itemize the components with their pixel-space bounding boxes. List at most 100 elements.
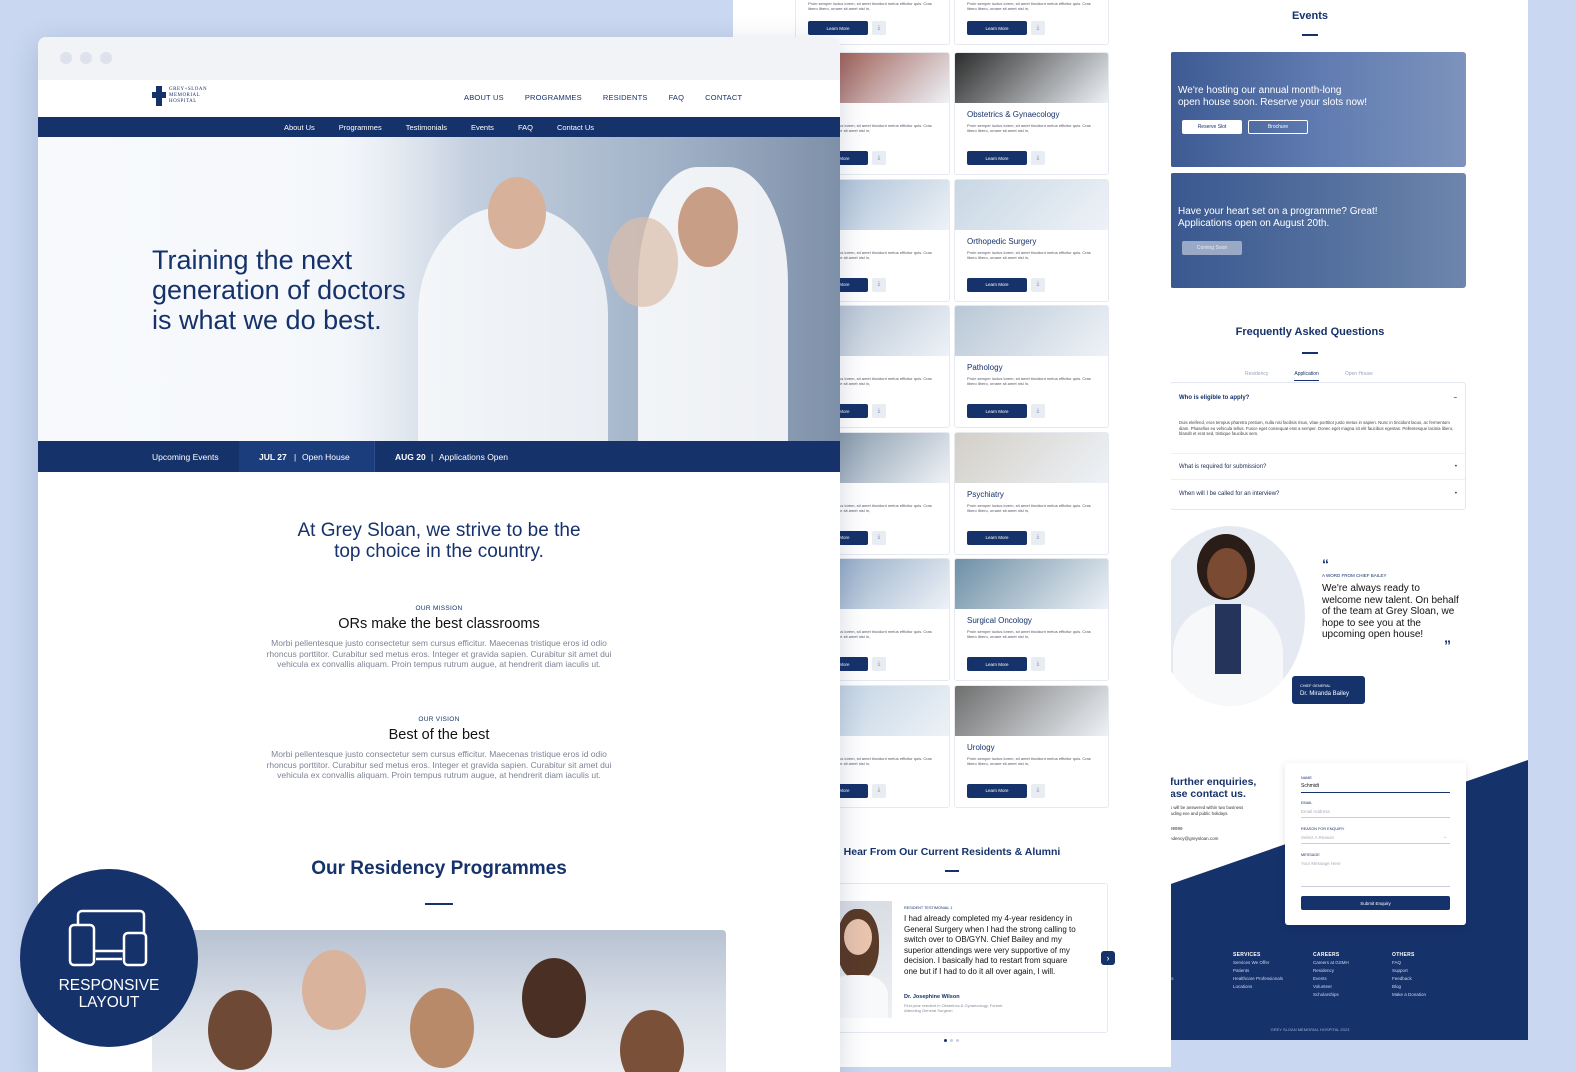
download-icon[interactable]: ⤓ bbox=[1031, 151, 1045, 165]
doctor-face bbox=[488, 177, 546, 249]
carousel-dot[interactable] bbox=[950, 1039, 953, 1042]
footer-link[interactable]: Blog bbox=[1392, 983, 1426, 991]
chief-scrubs bbox=[1215, 604, 1241, 674]
learn-more-button[interactable]: Learn More bbox=[808, 21, 868, 35]
chevron-right-icon[interactable]: › bbox=[1101, 951, 1115, 965]
upcoming-events-label: Upcoming Events bbox=[152, 452, 219, 462]
learn-more-button[interactable]: Learn More bbox=[967, 657, 1027, 671]
email-field[interactable]: Email Address bbox=[1301, 809, 1450, 818]
sub-nav: About Us Programmes Testimonials Events … bbox=[38, 117, 840, 137]
carousel-dot[interactable] bbox=[956, 1039, 959, 1042]
badge-line1: RESPONSIVE bbox=[58, 977, 160, 994]
faq-tab-application[interactable]: Application bbox=[1294, 371, 1319, 381]
programme-image bbox=[955, 53, 1108, 103]
download-icon[interactable]: ⤓ bbox=[872, 151, 886, 165]
chief-name: Dr. Miranda Bailey bbox=[1300, 691, 1350, 697]
footer-link[interactable]: FAQ bbox=[1392, 959, 1426, 967]
nav-residents[interactable]: RESIDENTS bbox=[603, 93, 648, 102]
download-icon[interactable]: ⤓ bbox=[1031, 404, 1045, 418]
nav-faq[interactable]: FAQ bbox=[669, 93, 685, 102]
nav-programmes[interactable]: PROGRAMMES bbox=[525, 93, 582, 102]
programme-name: Obstetrics & Gynaecology bbox=[967, 110, 1060, 119]
footer-link[interactable]: Volunteer bbox=[1313, 983, 1349, 991]
subnav-contact-us[interactable]: Contact Us bbox=[557, 123, 594, 132]
faq-tabs: Residency Application Open House bbox=[1245, 371, 1373, 381]
learn-more-button[interactable]: Learn More bbox=[967, 21, 1027, 35]
learn-more-button[interactable]: Learn More bbox=[967, 783, 1027, 798]
download-icon[interactable]: ⤓ bbox=[872, 657, 886, 671]
programme-image bbox=[955, 432, 1108, 483]
faq-accordion: Who is eligible to apply? – Duis eleifend… bbox=[1170, 382, 1466, 510]
programme-card: Psychiatry Proin semper luctus lorem, sit… bbox=[954, 431, 1109, 555]
learn-more-button[interactable]: Learn More bbox=[967, 151, 1027, 165]
hero-banner: Training the next generation of doctors … bbox=[38, 137, 840, 441]
faq-question-3[interactable]: When will I be called for an interview? • bbox=[1171, 491, 1465, 497]
programme-image bbox=[955, 685, 1108, 736]
message-label: MESSAGE bbox=[1301, 853, 1320, 857]
download-icon[interactable]: ⤓ bbox=[872, 21, 886, 35]
download-icon[interactable]: ⤓ bbox=[872, 530, 886, 545]
bullet-icon: • bbox=[1454, 491, 1457, 497]
name-field[interactable]: Schmidt bbox=[1301, 783, 1450, 793]
subnav-programmes[interactable]: Programmes bbox=[339, 123, 382, 132]
footer-link[interactable]: Healthcare Professionals bbox=[1233, 975, 1283, 983]
mission-label: OUR MISSION bbox=[415, 605, 463, 612]
event-jul27[interactable]: JUL 27 | Open House bbox=[239, 441, 374, 472]
enquiry-form: NAME Schmidt EMAIL Email Address REASON … bbox=[1285, 763, 1466, 925]
subnav-faq[interactable]: FAQ bbox=[518, 123, 533, 132]
resident-head bbox=[410, 988, 474, 1068]
reserve-slot-button[interactable]: Reserve Slot bbox=[1182, 120, 1242, 134]
chevron-down-icon[interactable]: ⌄ bbox=[1443, 834, 1447, 840]
footer-link[interactable]: Residency bbox=[1313, 967, 1349, 975]
learn-more-button[interactable]: Learn More bbox=[967, 277, 1027, 292]
hospital-logo[interactable]: GREY+SLOAN MEMORIAL HOSPITAL bbox=[152, 86, 207, 106]
subnav-events[interactable]: Events bbox=[471, 123, 494, 132]
browser-chrome bbox=[38, 37, 840, 80]
footer-link[interactable]: Services We Offer bbox=[1233, 959, 1283, 967]
faq-question-2[interactable]: What is required for submission? • bbox=[1171, 464, 1465, 470]
hero-headline: Training the next generation of doctors … bbox=[152, 245, 406, 335]
footer-link[interactable]: Scholarships bbox=[1313, 991, 1349, 999]
event-aug20[interactable]: AUG 20 | Applications Open bbox=[375, 441, 555, 472]
reason-select[interactable]: Select A Reason bbox=[1301, 835, 1450, 844]
faq-tab-residency[interactable]: Residency bbox=[1245, 371, 1268, 381]
footer-link[interactable]: Support bbox=[1392, 967, 1426, 975]
download-icon[interactable]: ⤓ bbox=[1031, 277, 1045, 292]
download-icon[interactable]: ⤓ bbox=[1031, 657, 1045, 671]
footer-link[interactable]: Careers at GSMH bbox=[1313, 959, 1349, 967]
download-icon[interactable]: ⤓ bbox=[1031, 21, 1045, 35]
download-icon[interactable]: ⤓ bbox=[872, 277, 886, 292]
resident-face bbox=[844, 919, 872, 955]
programme-name: Urology bbox=[967, 742, 995, 752]
faq-question-1[interactable]: Who is eligible to apply? – bbox=[1171, 395, 1465, 401]
carousel-dot-active[interactable] bbox=[944, 1039, 947, 1042]
nav-about-us[interactable]: ABOUT US bbox=[464, 93, 504, 102]
footer-link[interactable]: Events bbox=[1313, 975, 1349, 983]
nav-contact[interactable]: CONTACT bbox=[705, 93, 742, 102]
message-field[interactable]: Your Message Here bbox=[1301, 861, 1450, 887]
download-icon[interactable]: ⤓ bbox=[1031, 530, 1045, 545]
subnav-about-us[interactable]: About Us bbox=[284, 123, 315, 132]
chief-photo-circle bbox=[1165, 526, 1305, 706]
reason-label: REASON FOR ENQUIRY bbox=[1301, 827, 1345, 831]
download-icon[interactable]: ⤓ bbox=[872, 404, 886, 418]
subnav-testimonials[interactable]: Testimonials bbox=[406, 123, 447, 132]
download-icon[interactable]: ⤓ bbox=[1031, 783, 1045, 798]
learn-more-button[interactable]: Learn More bbox=[967, 530, 1027, 545]
footer-link[interactable]: Locations bbox=[1233, 983, 1283, 991]
hero-line2: generation of doctors bbox=[152, 275, 406, 305]
collapse-icon[interactable]: – bbox=[1454, 395, 1457, 401]
intro-line1: At Grey Sloan, we strive to be the bbox=[297, 520, 581, 541]
faq-tab-open-house[interactable]: Open House bbox=[1345, 371, 1373, 381]
resident-head bbox=[208, 990, 272, 1070]
learn-more-button[interactable]: Learn More bbox=[967, 404, 1027, 418]
residents-group-photo bbox=[152, 930, 726, 1072]
download-icon[interactable]: ⤓ bbox=[872, 783, 886, 798]
footer-link[interactable]: Feedback bbox=[1392, 975, 1426, 983]
submit-enquiry-button[interactable]: Submit Enquiry bbox=[1301, 896, 1450, 910]
intro-line2: top choice in the country. bbox=[334, 541, 544, 562]
faq-divider bbox=[1171, 479, 1465, 480]
footer-link[interactable]: Make a Donation bbox=[1392, 991, 1426, 999]
footer-link[interactable]: Patients bbox=[1233, 967, 1283, 975]
brochure-button[interactable]: Brochure bbox=[1248, 120, 1308, 134]
